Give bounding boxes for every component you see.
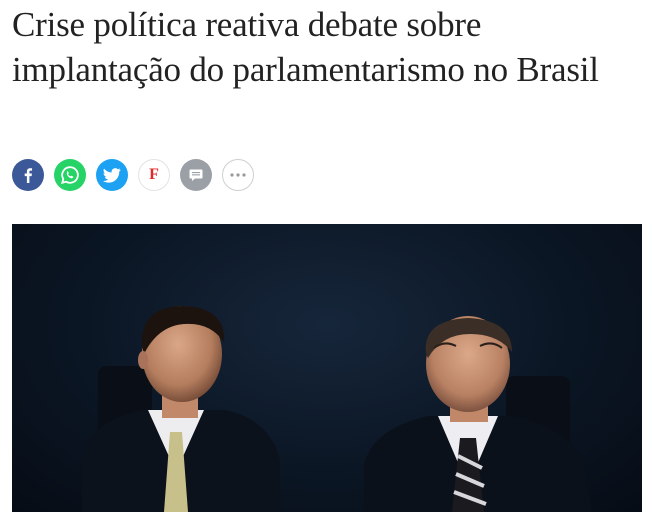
more-share-options-button[interactable]: [222, 159, 254, 191]
comment-icon: [189, 169, 203, 181]
flipboard-icon: F: [149, 166, 159, 183]
share-flipboard-button[interactable]: F: [138, 159, 170, 191]
article-photo: [12, 224, 642, 512]
comments-button[interactable]: [180, 159, 212, 191]
share-facebook-button[interactable]: [12, 159, 44, 191]
article-headline: Crise política reativa debate sobre impl…: [12, 5, 599, 89]
twitter-icon: [103, 167, 121, 183]
share-bar: F: [12, 159, 254, 191]
facebook-icon: [24, 168, 33, 183]
whatsapp-icon: [61, 166, 79, 184]
more-icon: [230, 173, 246, 177]
share-whatsapp-button[interactable]: [54, 159, 86, 191]
share-twitter-button[interactable]: [96, 159, 128, 191]
